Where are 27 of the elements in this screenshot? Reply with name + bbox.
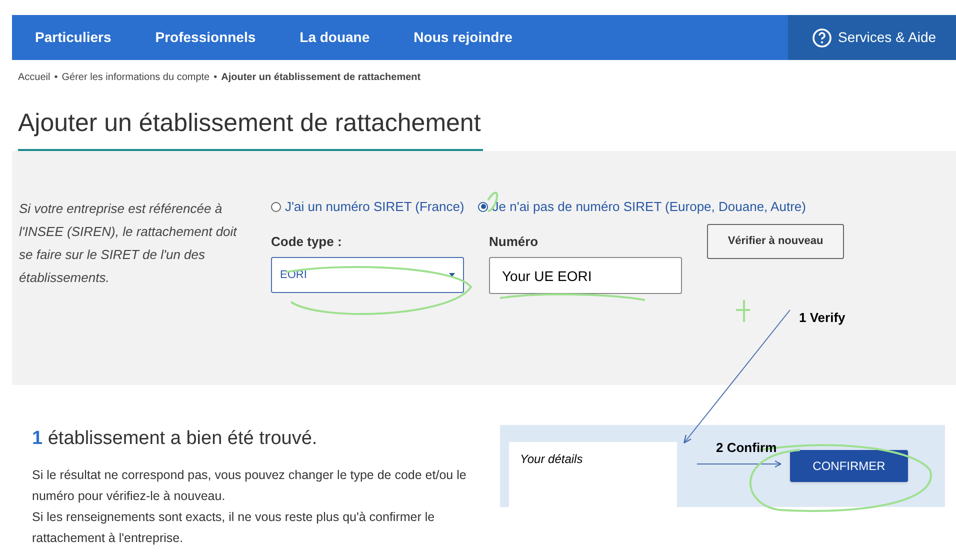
nav-link[interactable]: La douane	[278, 27, 392, 48]
breadcrumb-link[interactable]: Accueil	[18, 70, 50, 85]
help-icon	[812, 28, 832, 48]
annotation-label: 1 Verify	[799, 309, 846, 327]
field-label: Code type :	[271, 232, 343, 251]
form-hint: Si votre entreprise est référencée à l'INSEE (SIREN), le rattachement doit se faire sur le SIRET de l'un des établissements.	[19, 200, 238, 286]
help-link[interactable]: Services & Aide	[788, 15, 956, 60]
radio-option[interactable]: Je n'ai pas de numéro SIRET (Europe, Douane, Autre)	[478, 196, 806, 216]
confirm-button[interactable]: CONFIRMER	[790, 450, 908, 482]
nav-link[interactable]: Particuliers	[12, 27, 134, 48]
radio-option[interactable]: J'ai un numéro SIRET (France)	[271, 196, 464, 216]
dropdown-icon	[449, 273, 455, 277]
nav-link[interactable]: Nous rejoindre	[392, 27, 534, 48]
radio-button[interactable]	[271, 202, 281, 212]
nav-link[interactable]: Professionnels	[133, 27, 278, 48]
breadcrumb-link[interactable]: Gérer les informations du compte	[62, 70, 210, 85]
field-label: Numéro	[489, 232, 540, 250]
radio-button[interactable]	[478, 202, 488, 212]
breadcrumb-separator: •	[214, 71, 218, 85]
annotation-note: Your détails	[509, 442, 677, 510]
result-heading: 1 établissement a bien été trouvé.	[32, 426, 318, 450]
verify-button[interactable]: Vérifier à nouveau	[707, 224, 844, 258]
numero-field[interactable]: Your UE EORI	[489, 257, 682, 294]
annotation-label: 2 Confirm	[716, 439, 777, 457]
breadcrumb-separator: •	[54, 71, 58, 85]
result-text: Si le résultat ne correspond pas, vous pouvez changer le type de code et/ou le numéro pour vérifiez-le à nouveau. Si les renseignements sont exacts, il ne vous reste plus qu'à confirmer le rattachement à l'entreprise.	[32, 467, 468, 547]
breadcrumb-current: Ajouter un établissement de rattachement	[221, 71, 421, 85]
